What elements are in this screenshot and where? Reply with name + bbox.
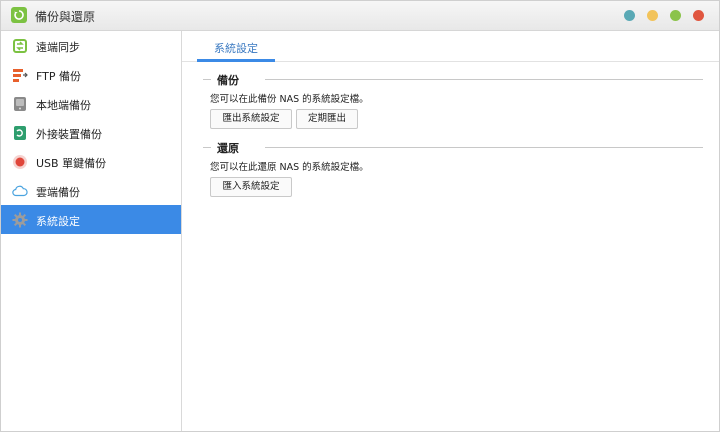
- sidebar-item-label: 雲端備份: [36, 186, 80, 199]
- backup-section-title: 備份: [217, 74, 239, 87]
- tab-bar: 系統設定: [182, 31, 719, 62]
- cloud-backup-icon: [12, 183, 28, 199]
- sidebar-item-label: 遠端同步: [36, 41, 80, 54]
- scheduled-export-button[interactable]: 定期匯出: [296, 109, 358, 129]
- backup-description: 您可以在此備份 NAS 的系統設定檔。: [210, 94, 369, 105]
- usb-one-touch-icon: [12, 154, 28, 170]
- backup-section: 備份 您可以在此備份 NAS 的系統設定檔。 匯出系統設定 定期匯出: [203, 72, 703, 129]
- divider: [265, 147, 703, 148]
- sidebar-item-label: 系統設定: [36, 215, 80, 228]
- sidebar-item-remote-sync[interactable]: 遠端同步: [1, 31, 181, 60]
- sidebar-item-system-settings[interactable]: 系統設定: [1, 205, 181, 234]
- import-settings-button[interactable]: 匯入系統設定: [210, 177, 292, 197]
- remote-sync-icon: [12, 38, 28, 54]
- sidebar-item-ftp-backup[interactable]: FTP 備份: [1, 60, 181, 89]
- help-button[interactable]: [624, 10, 635, 21]
- backup-restore-app-icon: [11, 7, 27, 23]
- gear-icon: [12, 212, 28, 228]
- sidebar: 遠端同步 FTP 備份 本地端備份 外接裝置備份 USB 單鍵備份 雲端備份 系…: [1, 31, 182, 431]
- restore-section-title: 還原: [217, 142, 239, 155]
- maximize-button[interactable]: [670, 10, 681, 21]
- tab-label: 系統設定: [214, 42, 258, 55]
- tab-system-settings[interactable]: 系統設定: [197, 31, 275, 62]
- sidebar-item-cloud-backup[interactable]: 雲端備份: [1, 176, 181, 205]
- divider: [203, 147, 211, 148]
- sidebar-item-label: 外接裝置備份: [36, 128, 102, 141]
- divider: [203, 79, 211, 80]
- tab-active-indicator: [197, 59, 275, 62]
- sidebar-item-label: USB 單鍵備份: [36, 157, 107, 170]
- sidebar-item-usb-one-touch-backup[interactable]: USB 單鍵備份: [1, 147, 181, 176]
- minimize-button[interactable]: [647, 10, 658, 21]
- restore-description: 您可以在此還原 NAS 的系統設定檔。: [210, 162, 369, 173]
- restore-section: 還原 您可以在此還原 NAS 的系統設定檔。 匯入系統設定: [203, 140, 703, 197]
- local-backup-icon: [12, 96, 28, 112]
- main-content: 系統設定 備份 您可以在此備份 NAS 的系統設定檔。 匯出系統設定 定期匯出 …: [182, 31, 719, 431]
- window-title: 備份與還原: [35, 10, 96, 24]
- sidebar-item-label: FTP 備份: [36, 70, 81, 83]
- sidebar-item-label: 本地端備份: [36, 99, 91, 112]
- external-device-icon: [12, 125, 28, 141]
- restore-section-header: 還原: [203, 140, 703, 155]
- export-settings-button[interactable]: 匯出系統設定: [210, 109, 292, 129]
- divider: [265, 79, 703, 80]
- app-window: 備份與還原 遠端同步 FTP 備份 本地端備份 外接裝置備份 USB 單鍵備份 …: [0, 0, 720, 432]
- sidebar-item-local-backup[interactable]: 本地端備份: [1, 89, 181, 118]
- sidebar-item-external-device-backup[interactable]: 外接裝置備份: [1, 118, 181, 147]
- close-button[interactable]: [693, 10, 704, 21]
- ftp-backup-icon: [12, 67, 28, 83]
- backup-section-header: 備份: [203, 72, 703, 87]
- title-bar: 備份與還原: [1, 1, 719, 31]
